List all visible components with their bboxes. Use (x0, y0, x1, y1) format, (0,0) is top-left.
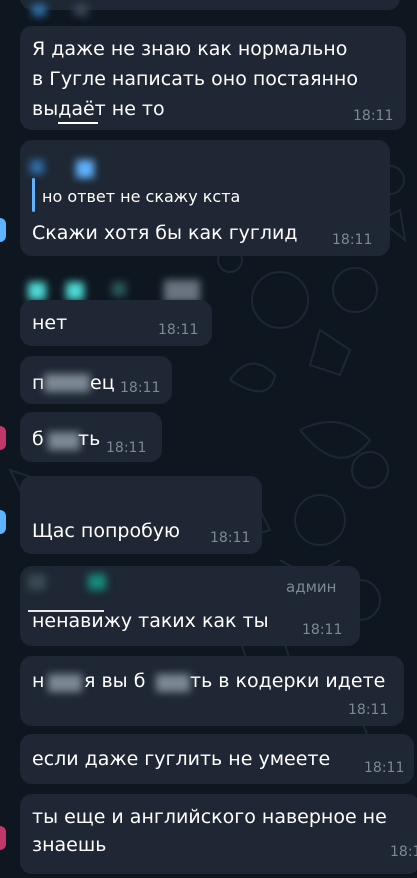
message-bubble[interactable]: но ответ не скажу кста Скажи хотя бы как… (20, 140, 390, 256)
censored-word (44, 374, 90, 392)
message-text-part: ть в кодерки идете (190, 670, 386, 692)
message-time: 18:11 (364, 760, 405, 776)
message-text-end: ец (90, 372, 115, 394)
censored-word (48, 432, 80, 450)
sender-name-redacted (32, 4, 46, 16)
message-bubble[interactable]: нет 18:11 (20, 300, 212, 346)
message-time: 18:11 (120, 380, 161, 396)
message-bubble[interactable]: п ец 18:11 (20, 356, 172, 404)
avatar[interactable] (0, 218, 6, 242)
message-bubble[interactable]: Я даже не знаю как нормально в Гугле нап… (20, 26, 406, 130)
message-text: Скажи хотя бы как гуглид (32, 222, 298, 244)
message-text-start: п (32, 372, 45, 394)
sender-name-redacted (164, 280, 200, 302)
message-bubble[interactable]: если даже гуглить не умеете 18:11 (20, 734, 414, 784)
message-bubble-partial (20, 0, 400, 16)
message-time: 18:11 (348, 702, 389, 718)
message-time: 18:11 (302, 622, 343, 638)
sender-name-redacted (74, 4, 88, 16)
message-text: Щас попробую (32, 520, 181, 542)
message-text-part: н (32, 670, 45, 692)
message-text-line: знаешь (32, 834, 107, 856)
message-bubble[interactable]: н я вы б ть в кодерки идете 18:11 (20, 656, 404, 726)
message-time: 18:1 (390, 844, 417, 860)
message-text-part: я вы б (84, 670, 146, 692)
sender-name-redacted (66, 282, 84, 300)
censored-word (48, 674, 82, 692)
message-bubble[interactable]: б ть 18:11 (20, 412, 162, 462)
message-time: 18:11 (158, 322, 199, 338)
sender-name-redacted (30, 160, 44, 174)
sender-name-redacted (88, 574, 106, 590)
text-underline (58, 122, 98, 124)
message-time: 18:11 (332, 232, 373, 248)
message-text: нет (32, 312, 68, 334)
message-text-end: ть (78, 428, 101, 450)
sender-name-redacted (28, 574, 46, 590)
reply-quote-text[interactable]: но ответ не скажу кста (42, 184, 240, 210)
avatar[interactable] (0, 826, 6, 850)
message-time: 18:11 (353, 108, 394, 124)
message-text: если даже гуглить не умеете (32, 748, 331, 770)
sender-name-redacted (28, 282, 46, 300)
message-text-start: б (32, 428, 44, 450)
message-bubble[interactable]: ты еще и английского наверное не знаешь … (20, 794, 417, 874)
message-text-line: Я даже не знаю как нормально (32, 38, 348, 60)
message-text: ненавижу таких как ты (32, 610, 269, 632)
admin-badge: админ (286, 578, 337, 596)
reply-quote-bar (32, 178, 35, 212)
sender-name-redacted (76, 160, 94, 178)
message-text-line: ты еще и английского наверное не (32, 806, 387, 828)
message-bubble[interactable]: Щас попробую 18:11 (20, 476, 262, 554)
message-text-line: выдаёт не то (32, 98, 165, 120)
message-time: 18:11 (210, 530, 251, 546)
censored-word (156, 674, 190, 692)
avatar[interactable] (0, 426, 6, 450)
message-text-line: в Гугле написать оно постаянно (32, 68, 358, 90)
sender-name-redacted (112, 282, 126, 296)
avatar[interactable] (0, 510, 6, 534)
message-bubble[interactable]: админ ненавижу таких как ты 18:11 (20, 566, 360, 646)
message-time: 18:11 (106, 440, 147, 456)
